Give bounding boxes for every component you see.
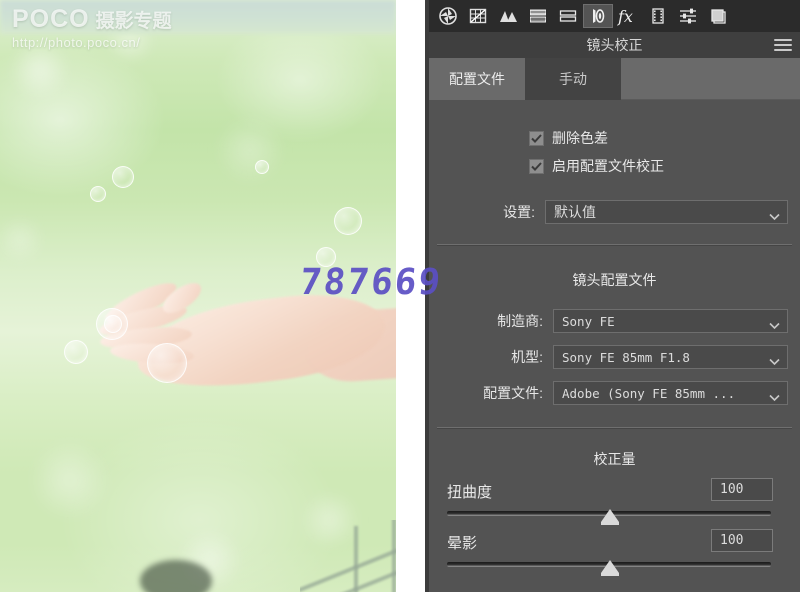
checkbox-label: 删除色差: [552, 130, 608, 146]
effects-fx-icon[interactable]: fx: [613, 1, 643, 31]
tab-profile-label: 配置文件: [449, 71, 505, 87]
checkbox-label: 启用配置文件校正: [552, 158, 664, 174]
chevron-down-icon: [769, 389, 780, 407]
divider: [437, 244, 792, 246]
soap-bubble: [255, 160, 269, 174]
panel-toolbar[interactable]: fx: [429, 0, 800, 32]
soap-bubble: [112, 166, 134, 188]
tab-filler: [621, 58, 800, 100]
vignetting-value-input[interactable]: 100: [711, 529, 773, 552]
photo-preview[interactable]: POCO 摄影专题 http://photo.poco.cn/: [0, 0, 396, 592]
basic-adjustments-icon[interactable]: [433, 1, 463, 31]
soap-bubble: [316, 247, 336, 267]
panel-body: 删除色差 启用配置文件校正 设置: 默认值 镜头配置文件 制造商: Sony F…: [429, 100, 800, 592]
lens-model-value: Sony FE 85mm F1.8: [562, 349, 690, 365]
divider: [437, 427, 792, 429]
hamburger-menu-icon[interactable]: [774, 39, 792, 51]
lens-model-dropdown[interactable]: Sony FE 85mm F1.8: [553, 345, 788, 369]
lens-profile-label: 配置文件:: [483, 385, 543, 401]
correction-amount-section-title: 校正量: [593, 451, 636, 467]
lens-make-dropdown[interactable]: Sony FE: [553, 309, 788, 333]
checkbox-enable-profile-correction[interactable]: 启用配置文件校正: [529, 156, 664, 176]
chevron-down-icon: [769, 317, 780, 335]
distortion-slider-label: 扭曲度: [447, 484, 493, 501]
lens-correction-panel: fx 镜头校正 配置文件 手动 删除色差 启用配置文件校正 设置: 默认值 镜头…: [429, 0, 800, 592]
photo-top-haze: [0, 0, 396, 34]
lens-correction-icon[interactable]: [583, 4, 613, 28]
hsl-color-icon[interactable]: [493, 1, 523, 31]
tab-manual-label: 手动: [559, 71, 587, 87]
split-toning-icon[interactable]: [523, 1, 553, 31]
hand-subject: [96, 276, 396, 406]
panel-title-bar: 镜头校正: [429, 32, 800, 58]
vignetting-slider-label: 晕影: [447, 535, 478, 552]
settings-label: 设置:: [503, 204, 535, 220]
soap-bubble: [90, 186, 106, 202]
settings-field: 设置: 默认值: [443, 200, 788, 224]
detail-icon[interactable]: [553, 1, 583, 31]
checkbox-box[interactable]: [529, 158, 544, 174]
lens-model-field: 机型: Sony FE 85mm F1.8: [443, 345, 788, 369]
distortion-value: 100: [720, 482, 744, 497]
settings-value: 默认值: [554, 204, 596, 220]
panel-title: 镜头校正: [586, 37, 643, 53]
lens-make-value: Sony FE: [562, 313, 615, 329]
presets-stack-icon[interactable]: [703, 1, 733, 31]
soap-bubble: [64, 340, 88, 364]
checkbox-remove-chromatic-aberration[interactable]: 删除色差: [529, 128, 608, 148]
settings-dropdown[interactable]: 默认值: [545, 200, 788, 224]
svg-text:fx: fx: [617, 7, 633, 26]
vignetting-slider-handle[interactable]: [601, 560, 619, 576]
lens-profile-field: 配置文件: Adobe (Sony FE 85mm ...: [443, 381, 788, 405]
checkbox-box[interactable]: [529, 130, 544, 146]
lens-model-label: 机型:: [511, 349, 543, 365]
app-window: POCO 摄影专题 http://photo.poco.cn/ 787669 f…: [0, 0, 800, 592]
lens-profile-dropdown[interactable]: Adobe (Sony FE 85mm ...: [553, 381, 788, 405]
chevron-down-icon: [769, 353, 780, 371]
lens-make-field: 制造商: Sony FE: [443, 309, 788, 333]
soap-bubble: [334, 207, 362, 235]
lens-profile-section-title: 镜头配置文件: [572, 272, 657, 288]
tab-profile[interactable]: 配置文件: [429, 58, 525, 100]
tone-curve-icon[interactable]: [463, 1, 493, 31]
lens-profile-value: Adobe (Sony FE 85mm ...: [562, 385, 736, 401]
distortion-slider-handle[interactable]: [601, 509, 619, 525]
camera-calibration-icon[interactable]: [673, 1, 703, 31]
soap-bubble: [147, 343, 187, 383]
distortion-value-input[interactable]: 100: [711, 478, 773, 501]
lens-make-label: 制造商:: [497, 313, 543, 329]
tab-manual[interactable]: 手动: [525, 58, 621, 100]
film-strip-icon[interactable]: [643, 1, 673, 31]
chevron-down-icon: [769, 208, 780, 226]
vignetting-value: 100: [720, 533, 744, 548]
soap-bubble: [104, 315, 122, 333]
panel-tabs[interactable]: 配置文件 手动: [429, 58, 800, 100]
fence-railing: [300, 520, 396, 592]
preview-gutter: [396, 0, 425, 592]
